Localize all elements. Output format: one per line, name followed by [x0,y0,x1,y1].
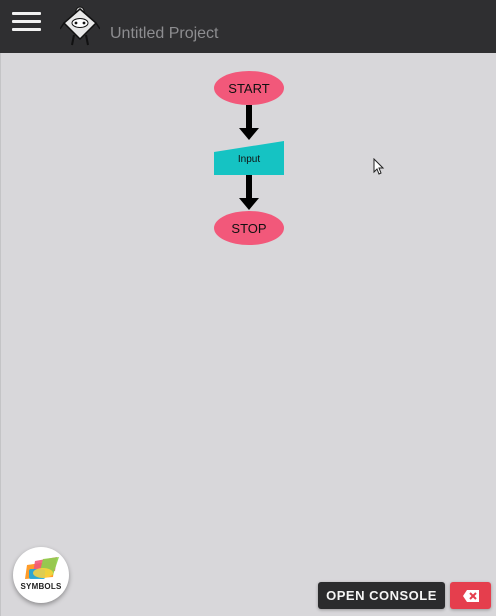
symbols-shapes-icon [25,557,59,579]
flowchart-node-input-label: Input [238,154,260,165]
flowchart-node-stop-label: STOP [231,221,266,236]
robot-logo-icon[interactable] [60,3,100,49]
flowchart-arrow-input-stop [239,175,259,210]
flowchart-node-start-label: START [228,81,269,96]
flowchart-canvas[interactable]: START Input STOP [0,53,496,616]
mouse-pointer-icon [373,158,385,175]
clear-button[interactable] [450,582,491,609]
backspace-x-icon [462,589,479,602]
flowchart-arrow-start-input [239,105,259,140]
top-bar: Untitled Project [0,0,496,53]
symbols-button[interactable]: SYMBOLS [13,547,69,603]
hamburger-menu-icon[interactable] [12,12,42,34]
symbols-button-label: SYMBOLS [20,582,62,591]
open-console-button[interactable]: OPEN CONSOLE [318,582,445,609]
project-title[interactable]: Untitled Project [110,25,219,43]
flowchart-diagram: START Input STOP [214,71,284,245]
